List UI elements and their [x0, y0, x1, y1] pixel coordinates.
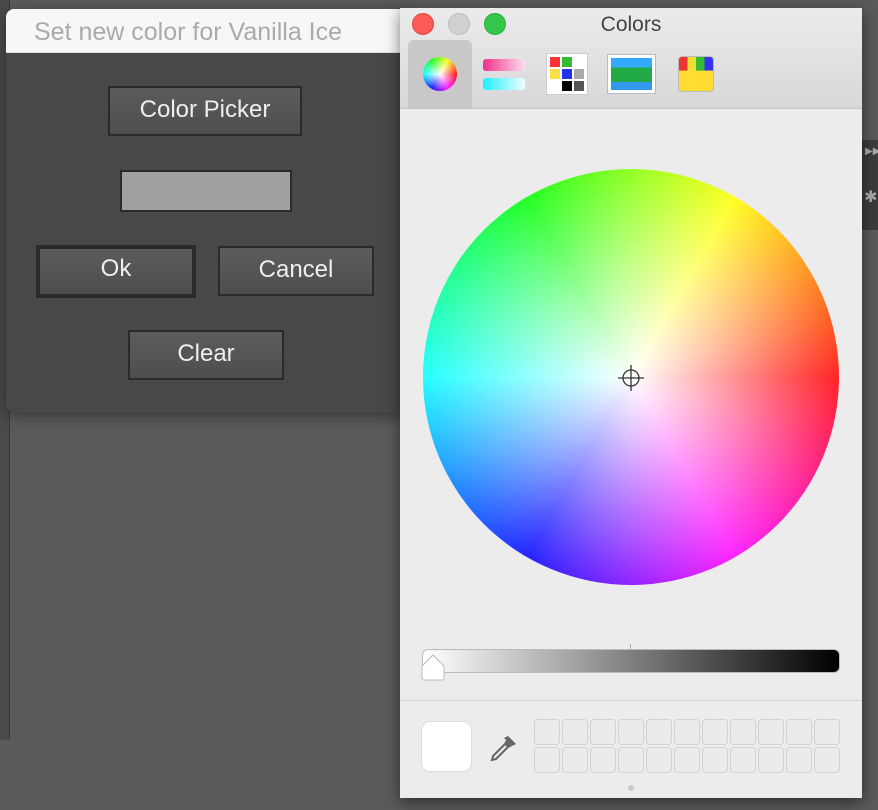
swatch-slot[interactable] [646, 747, 672, 773]
divider [400, 700, 862, 701]
background-toolbar-edge: ▶▶ ✱ [862, 140, 878, 230]
ok-button[interactable]: Ok [36, 245, 196, 298]
colors-toolbar: Colors [400, 8, 862, 109]
swatch-slot[interactable] [702, 719, 728, 745]
color-wheel-icon [423, 57, 457, 91]
brightness-slider[interactable] [422, 649, 840, 673]
swatch-slot[interactable] [590, 747, 616, 773]
colors-panel: Colors [400, 8, 862, 798]
swatch-slot[interactable] [786, 747, 812, 773]
gear-icon: ✱ [864, 189, 878, 206]
swatch-grid [534, 719, 840, 773]
current-color-well[interactable] [421, 721, 472, 772]
swatch-slot[interactable] [562, 747, 588, 773]
swatch-slot[interactable] [758, 719, 784, 745]
tab-color-sliders[interactable] [480, 40, 528, 108]
dialog-title: Set new color for Vanilla Ice [6, 9, 406, 53]
color-palettes-icon [546, 53, 588, 95]
swatch-slot[interactable] [618, 747, 644, 773]
color-swatch[interactable] [120, 170, 292, 212]
image-palettes-icon [606, 54, 656, 94]
tab-image-palettes[interactable] [606, 40, 656, 108]
swatch-slot[interactable] [758, 747, 784, 773]
swatch-slot[interactable] [674, 747, 700, 773]
color-picker-button[interactable]: Color Picker [108, 86, 302, 136]
clear-button[interactable]: Clear [128, 330, 284, 380]
swatch-slot[interactable] [590, 719, 616, 745]
resize-handle[interactable] [628, 785, 634, 791]
swatch-slot[interactable] [534, 747, 560, 773]
color-sliders-icon [483, 58, 525, 90]
swatch-slot[interactable] [618, 719, 644, 745]
panel-title: Colors [600, 13, 662, 36]
cancel-button[interactable]: Cancel [218, 246, 374, 296]
forward-icon: ▶▶ [865, 146, 878, 157]
swatch-slot[interactable] [646, 719, 672, 745]
swatch-slot[interactable] [814, 747, 840, 773]
crayons-icon [678, 56, 714, 92]
swatch-slot[interactable] [814, 719, 840, 745]
swatch-slot[interactable] [534, 719, 560, 745]
tab-color-palettes[interactable] [545, 40, 589, 108]
swatch-slot[interactable] [730, 747, 756, 773]
tab-color-wheel[interactable] [408, 40, 472, 108]
set-color-dialog: Set new color for Vanilla Ice Color Pick… [6, 9, 406, 412]
slider-thumb[interactable] [421, 654, 445, 681]
swatch-slot[interactable] [730, 719, 756, 745]
crosshair-icon[interactable] [618, 365, 644, 391]
swatch-slot[interactable] [702, 747, 728, 773]
swatch-slot[interactable] [674, 719, 700, 745]
swatch-slot[interactable] [786, 719, 812, 745]
eyedropper-icon[interactable] [488, 732, 520, 764]
tab-crayons[interactable] [676, 40, 716, 108]
swatch-slot[interactable] [562, 719, 588, 745]
